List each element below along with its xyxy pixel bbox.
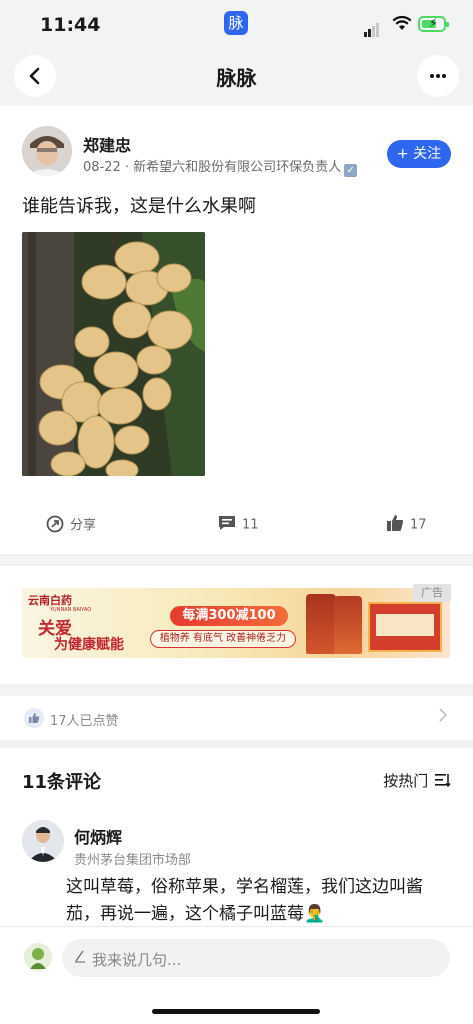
share-button[interactable]: 分享 (46, 514, 96, 537)
comment-button[interactable]: 11 (218, 514, 259, 536)
commenter-org: 贵州茅台集团市场部 (74, 853, 192, 868)
ad-brand-en: YUNNAN BAIYAO (50, 607, 92, 613)
sort-label: 按热门 (383, 772, 429, 790)
status-bar: 11:44 脉 ⚡ (0, 0, 473, 50)
ad-brand: 云南白药 (28, 594, 72, 607)
sort-icon (435, 774, 451, 788)
likes-count-text: 17人已点赞 (50, 714, 119, 729)
ad-card: 云南白药 YUNNAN BAIYAO 关爱 为健康赋能 每满300减100 植物… (0, 566, 473, 684)
ellipsis-icon (430, 74, 446, 78)
my-avatar (24, 943, 52, 971)
status-time: 11:44 (40, 14, 101, 36)
more-button[interactable] (417, 55, 459, 97)
nav-bar: 脉脉 (0, 50, 473, 102)
share-icon (46, 515, 64, 537)
post-text: 谁能告诉我，这是什么水果啊 (22, 196, 256, 217)
chevron-right-icon (439, 706, 448, 727)
wifi-icon (392, 15, 412, 30)
comments-section: 11条评论 按热门 何炳辉 贵州茅台集团市场部 这叫草莓，俗称苹果，学名榴莲，我… (0, 748, 473, 938)
comment-count: 11 (242, 517, 259, 533)
home-indicator (152, 1009, 320, 1014)
ad-product-bottle (306, 594, 336, 654)
comment-input[interactable]: 我来说几句... (62, 939, 450, 977)
author-avatar[interactable] (22, 126, 72, 176)
post-action-bar: 分享 11 17 (0, 504, 473, 544)
share-label: 分享 (70, 518, 97, 533)
page-title: 脉脉 (216, 66, 257, 90)
follow-button[interactable]: + 关注 (387, 140, 451, 168)
ad-tag: 广告 (413, 584, 451, 602)
thumbs-up-icon (386, 514, 404, 536)
comment-text: 这叫草莓，俗称苹果，学名榴莲，我们这边叫酱茄，再说一遍，这个橘子叫蓝莓🤦‍♂️ (66, 877, 423, 924)
author-name[interactable]: 郑建忠 (83, 132, 131, 156)
likes-row[interactable]: 17人已点赞 (0, 696, 473, 740)
like-button[interactable]: 17 (386, 514, 427, 536)
pen-icon (74, 949, 86, 967)
ad-banner[interactable]: 云南白药 YUNNAN BAIYAO 关爱 为健康赋能 每满300减100 植物… (22, 588, 450, 658)
comment-composer: 我来说几句... (0, 926, 473, 1024)
ad-tagline: 植物养 有底气 改善神倦乏力 (150, 630, 296, 648)
post-card: 郑建忠 08-22 · 新希望六和股份有限公司环保负责人 ✓ + 关注 谁能告诉我… (0, 106, 473, 554)
comment-icon (218, 514, 236, 536)
author-meta: 08-22 · 新希望六和股份有限公司环保负责人 ✓ (83, 156, 358, 177)
author-meta-text: 08-22 · 新希望六和股份有限公司环保负责人 (83, 160, 342, 175)
comments-title: 11条评论 (22, 772, 102, 793)
ad-slogan-line2: 为健康赋能 (54, 637, 124, 653)
post-image[interactable] (22, 232, 205, 476)
ad-product-box (368, 602, 442, 652)
verified-icon: ✓ (344, 164, 358, 177)
likes-thumbs-up-icon (24, 708, 44, 728)
like-count: 17 (410, 517, 427, 533)
ad-promo: 每满300减100 (170, 606, 288, 626)
app-icon: 脉 (224, 11, 248, 35)
sort-button[interactable]: 按热门 (383, 770, 451, 791)
battery-icon: ⚡ (418, 16, 449, 32)
commenter-avatar[interactable] (22, 820, 64, 862)
commenter-name[interactable]: 何炳辉 (74, 824, 122, 848)
ad-product-bottle (334, 596, 362, 654)
cellular-signal-icon (364, 18, 380, 37)
comment-input-placeholder: 我来说几句... (92, 951, 182, 969)
